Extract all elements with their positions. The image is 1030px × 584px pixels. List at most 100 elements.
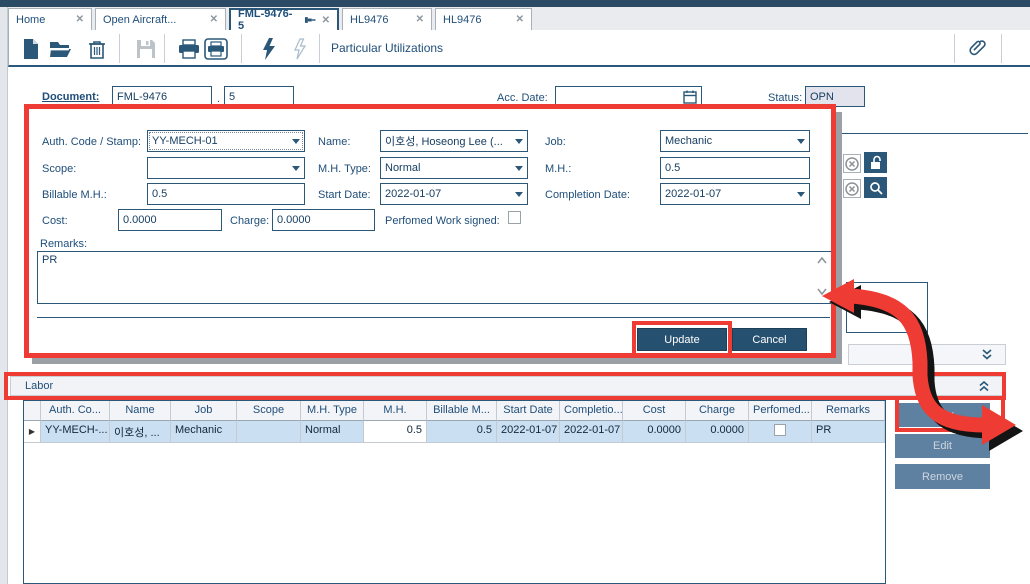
close-icon[interactable]: ✕ [316,15,330,26]
charge-input[interactable] [272,209,375,231]
scope-label: Scope: [42,163,76,175]
scroll-up-icon[interactable] [816,256,828,268]
grid-header-cell[interactable]: Start Date [497,401,560,421]
open-folder-icon[interactable] [49,37,73,61]
execute-disabled-icon [288,37,312,61]
grid-cell[interactable]: 2022-01-07 [497,421,560,443]
grid-cell[interactable]: 0.0000 [686,421,749,443]
collapse-double-chevron-up-icon[interactable] [978,381,990,392]
chevron-down-icon[interactable] [292,166,300,171]
document-number-input[interactable] [112,86,212,108]
row-checkbox[interactable] [774,424,786,436]
close-icon[interactable]: ✕ [70,14,84,25]
completion-date-dropdown[interactable]: 2022-01-07 [660,183,810,205]
tab-home[interactable]: Home✕ [8,8,92,30]
cancel-button[interactable]: Cancel [732,328,807,351]
scope-dropdown[interactable] [147,157,305,179]
grid-header-cell[interactable]: M.H. [364,401,427,421]
charge-label: Charge: [230,215,269,227]
print-icon[interactable] [177,37,201,61]
new-document-icon[interactable] [19,37,43,61]
close-icon[interactable]: ✕ [204,14,218,25]
grid-header-cell[interactable]: Billable M... [427,401,497,421]
grid-cell[interactable]: 0.5 [427,421,497,443]
cost-input[interactable] [118,209,222,231]
labor-grid: Auth. Co...NameJobScopeM.H. TypeM.H.Bill… [23,400,886,584]
print-preview-icon[interactable] [204,37,228,61]
grid-cell[interactable] [237,421,301,443]
table-row[interactable]: ▶YY-MECH-...이호성, ...MechanicNormal0.50.5… [24,421,885,443]
grid-header-cell[interactable]: Cost [623,401,686,421]
update-button[interactable]: Update [637,328,727,351]
document-revision-input[interactable] [224,86,294,108]
left-gutter [0,7,8,584]
tab-hl9476[interactable]: HL9476 ✕ [435,8,532,30]
tab-label: HL9476 [443,14,482,26]
tab-label: HL9476 [350,14,389,26]
grid-cell[interactable]: 이호성, ... [110,421,171,443]
mh-type-dropdown[interactable]: Normal [380,157,528,179]
toolbar: Particular Utilizations [8,30,1030,67]
auth-code-dropdown[interactable]: YY-MECH-01 [147,130,305,152]
grid-header-cell[interactable]: Name [110,401,171,421]
cost-label: Cost: [42,215,68,227]
name-dropdown[interactable]: 이호성, Hoseong Lee (... [380,130,528,152]
performed-work-signed-checkbox[interactable] [508,211,521,224]
close-icon[interactable]: ✕ [410,14,424,25]
grid-header-cell[interactable]: Job [171,401,237,421]
grid-header-cell[interactable]: Completio... [560,401,623,421]
attachment-icon[interactable] [965,37,989,61]
labor-section-header[interactable]: Labor [10,376,1005,396]
tab-hl9476[interactable]: HL9476 ✕ [342,8,432,30]
grid-header-cell[interactable]: Remarks [812,401,885,421]
grid-cell[interactable]: 0.5 [364,421,427,443]
collapsed-panel-bar[interactable] [848,344,1006,365]
unlock-icon[interactable] [864,152,887,173]
job-dropdown[interactable]: Mechanic [660,130,810,152]
grid-header-cell[interactable] [24,401,41,421]
grid-header-cell[interactable]: Charge [686,401,749,421]
grid-cell[interactable]: 0.0000 [623,421,686,443]
chevron-down-icon[interactable] [515,166,523,171]
mh-input[interactable] [660,157,810,179]
toolbar-title: Particular Utilizations [331,41,443,55]
delete-icon[interactable] [85,37,109,61]
chevron-down-icon[interactable] [797,139,805,144]
grid-header-cell[interactable]: Perfomed... [749,401,812,421]
grid-header-cell[interactable]: Auth. Co... [41,401,110,421]
search-icon[interactable] [864,177,887,198]
new-button[interactable]: New [895,403,990,427]
acc-date-input[interactable] [555,86,702,109]
grid-cell[interactable]: 2022-01-07 [560,421,623,443]
remove-button[interactable]: Remove [895,464,990,489]
document-label: Document: [42,91,99,103]
grid-header-cell[interactable]: M.H. Type [301,401,364,421]
grid-cell[interactable]: Mechanic [171,421,237,443]
chevron-down-icon[interactable] [515,192,523,197]
grid-cell[interactable] [749,421,812,443]
background-panel-box [846,282,928,333]
clear-icon[interactable] [843,179,861,198]
save-icon[interactable] [134,37,158,61]
start-date-dropdown[interactable]: 2022-01-07 [380,183,528,205]
grid-cell[interactable]: PR [812,421,885,443]
pin-icon[interactable] [304,15,316,25]
grid-cell[interactable]: YY-MECH-... [41,421,110,443]
scroll-down-icon[interactable] [816,287,828,299]
close-icon[interactable]: ✕ [510,14,524,25]
edit-button[interactable]: Edit [895,434,990,458]
grid-header-cell[interactable]: Scope [237,401,301,421]
chevron-down-icon[interactable] [515,139,523,144]
billable-mh-input[interactable] [147,183,305,205]
chevron-down-icon[interactable] [797,192,805,197]
clear-icon[interactable] [843,154,861,173]
execute-icon[interactable] [257,37,281,61]
calendar-icon[interactable] [683,90,697,104]
tab-fml-9476-5[interactable]: FML-9476-5✕ [229,8,339,30]
tab-open-aircraft-[interactable]: Open Aircraft...✕ [95,8,226,30]
panel-shadow [836,112,842,364]
chevron-down-icon[interactable] [292,139,300,144]
expand-double-chevron-down-icon[interactable] [981,349,993,360]
remarks-textarea[interactable]: PR [37,251,833,304]
grid-cell[interactable]: Normal [301,421,364,443]
